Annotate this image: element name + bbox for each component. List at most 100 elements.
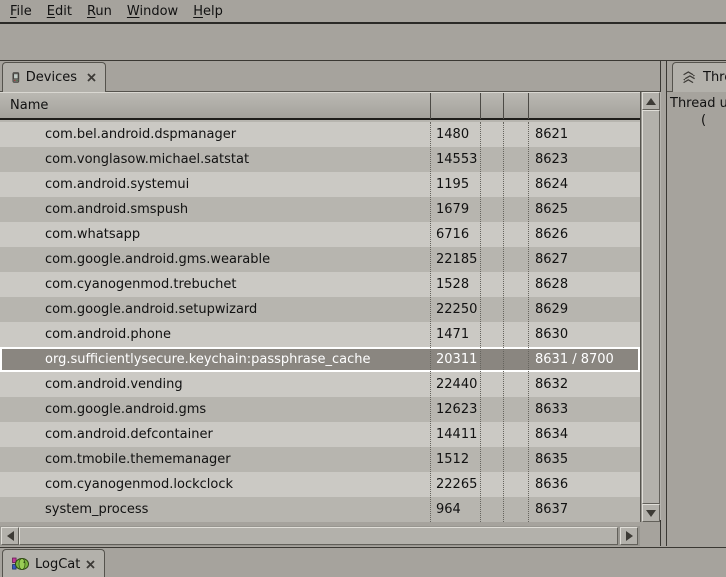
process-name: system_process [0, 497, 430, 522]
scroll-right-button[interactable] [620, 527, 638, 545]
process-pid: 22185 [430, 247, 480, 272]
menu-run[interactable]: Run [87, 4, 112, 19]
process-pid: 22265 [430, 472, 480, 497]
table-row[interactable]: com.google.android.setupwizard222508629 [0, 297, 640, 322]
process-pid: 14553 [430, 147, 480, 172]
tab-threads-label: Threa [703, 70, 726, 85]
table-row-selected[interactable]: org.sufficientlysecure.keychain:passphra… [0, 347, 640, 372]
process-pid: 1480 [430, 122, 480, 147]
process-port: 8632 [528, 372, 640, 397]
tab-devices-close-icon[interactable] [87, 73, 96, 82]
scroll-up-button[interactable] [642, 92, 660, 110]
process-port: 8621 [528, 122, 640, 147]
table-row[interactable]: com.android.defcontainer14411 8634 [0, 422, 640, 447]
tab-logcat-close-icon[interactable] [86, 560, 95, 569]
tab-devices[interactable]: Devices [2, 62, 106, 92]
ddms-window: File Edit Run Window Help Devices [0, 0, 726, 577]
threads-message-line1: Thread up [670, 95, 726, 112]
process-name: com.vonglasow.michael.satstat [0, 147, 430, 172]
menu-window-rest: indow [139, 4, 178, 19]
process-name: com.tmobile.thememanager [0, 447, 430, 472]
scroll-down-button[interactable] [642, 504, 660, 522]
table-row[interactable]: system_process9648637 [0, 497, 640, 522]
horizontal-scrollbar[interactable] [0, 526, 640, 546]
column-divider[interactable] [430, 93, 431, 119]
right-arrow-icon [626, 531, 633, 541]
threads-tabbar: Threa [667, 61, 726, 92]
menu-help[interactable]: Help [193, 4, 223, 19]
vertical-scroll-thumb[interactable] [642, 110, 660, 504]
menu-window[interactable]: Window [127, 4, 178, 19]
process-pid: 1471 [430, 322, 480, 347]
process-port: 8634 [528, 422, 640, 447]
process-name: com.cyanogenmod.lockclock [0, 472, 430, 497]
table-row[interactable]: com.android.smspush1679 8625 [0, 197, 640, 222]
menu-window-mnemonic: W [127, 4, 140, 19]
device-table-body: com.bel.android.dspmanager14808621com.vo… [0, 122, 640, 522]
process-pid: 22440 [430, 372, 480, 397]
process-pid: 20311 [430, 347, 480, 372]
table-row[interactable]: com.android.systemui11958624 [0, 172, 640, 197]
menu-edit-mnemonic: E [47, 4, 55, 19]
tab-threads[interactable]: Threa [672, 62, 726, 92]
process-pid: 22250 [430, 297, 480, 322]
table-row[interactable]: com.android.vending224408632 [0, 372, 640, 397]
process-name: com.google.android.gms [0, 397, 430, 422]
table-row[interactable]: com.cyanogenmod.lockclock222658636 [0, 472, 640, 497]
process-pid: 964 [430, 497, 480, 522]
process-pid: 1679 [430, 197, 480, 222]
column-divider[interactable] [503, 93, 504, 119]
process-port: 8635 [528, 447, 640, 472]
column-divider[interactable] [528, 93, 529, 119]
column-divider[interactable] [480, 93, 481, 119]
table-header: Name [0, 92, 640, 120]
menu-edit-rest: dit [55, 4, 72, 19]
threads-view: Threa Thread up ( [666, 61, 726, 546]
bottom-tab-area: LogCat [0, 547, 726, 577]
process-name: com.cyanogenmod.trebuchet [0, 272, 430, 297]
devices-view: Devices [0, 61, 661, 546]
process-port: 8626 [528, 222, 640, 247]
process-name: com.android.smspush [0, 197, 430, 222]
process-port: 8631 / 8700 [528, 347, 640, 372]
table-row[interactable]: com.cyanogenmod.trebuchet1528 8628 [0, 272, 640, 297]
process-pid: 1528 [430, 272, 480, 297]
menu-file[interactable]: File [10, 4, 32, 19]
device-table: Name com.bel.android.dspmanager14808621c… [0, 92, 661, 522]
menu-help-rest: elp [203, 4, 223, 19]
process-pid: 14411 [430, 422, 480, 447]
table-row[interactable]: com.vonglasow.michael.satstat14553 8623 [0, 147, 640, 172]
threads-message: Thread up ( [670, 95, 726, 129]
table-row[interactable]: com.tmobile.thememanager15128635 [0, 447, 640, 472]
process-port: 8628 [528, 272, 640, 297]
process-name: com.google.android.gms.wearable [0, 247, 430, 272]
process-pid: 1195 [430, 172, 480, 197]
table-row[interactable]: com.google.android.gms.wearable22185 8627 [0, 247, 640, 272]
tab-logcat-label: LogCat [35, 557, 80, 572]
process-name: com.whatsapp [0, 222, 430, 247]
tab-logcat[interactable]: LogCat [2, 549, 105, 577]
table-row[interactable]: com.google.android.gms126238633 [0, 397, 640, 422]
menu-edit[interactable]: Edit [47, 4, 72, 19]
table-row[interactable]: com.bel.android.dspmanager1480 8621 [0, 122, 640, 147]
column-header-name[interactable]: Name [10, 93, 48, 119]
table-row[interactable]: com.whatsapp67168626 [0, 222, 640, 247]
process-name: com.google.android.setupwizard [0, 297, 430, 322]
process-pid: 12623 [430, 397, 480, 422]
table-row[interactable]: com.android.phone14718630 [0, 322, 640, 347]
tab-devices-label: Devices [26, 70, 77, 85]
threads-message-line2: ( [670, 112, 726, 129]
left-arrow-icon [7, 531, 14, 541]
process-name: com.android.defcontainer [0, 422, 430, 447]
process-port: 8630 [528, 322, 640, 347]
process-port: 8627 [528, 247, 640, 272]
horizontal-scroll-thumb[interactable] [19, 527, 618, 545]
process-name: com.bel.android.dspmanager [0, 122, 430, 147]
process-port: 8623 [528, 147, 640, 172]
menu-run-rest: un [95, 4, 111, 19]
vertical-scrollbar[interactable] [640, 92, 660, 522]
down-arrow-icon [646, 510, 656, 517]
process-port: 8625 [528, 197, 640, 222]
scroll-left-button[interactable] [1, 527, 19, 545]
device-phone-icon [12, 69, 20, 86]
